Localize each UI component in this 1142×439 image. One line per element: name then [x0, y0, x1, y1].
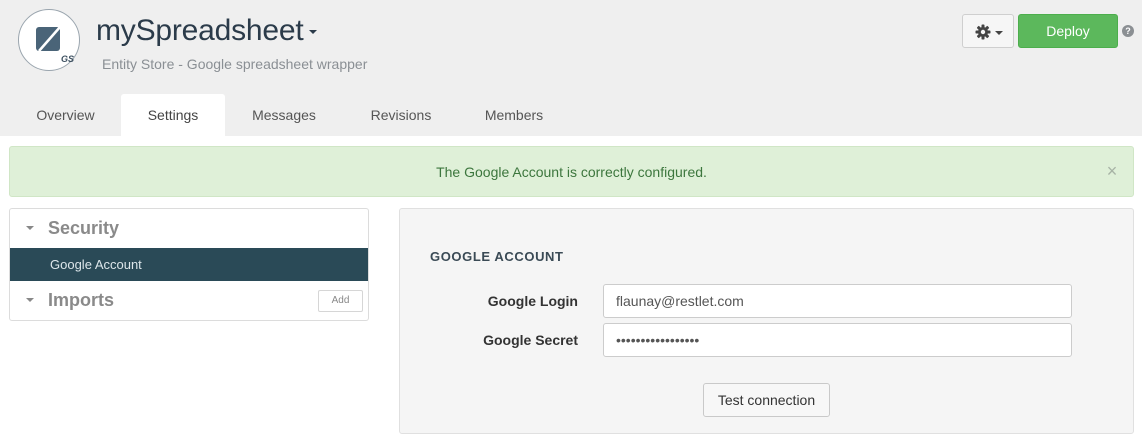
panel-heading: GOOGLE ACCOUNT — [430, 249, 564, 264]
google-secret-input[interactable]: ••••••••••••••••• — [603, 323, 1072, 357]
app-title[interactable]: mySpreadsheet — [96, 14, 304, 48]
test-connection-button[interactable]: Test connection — [703, 383, 830, 417]
chevron-down-icon — [26, 226, 34, 230]
gear-icon — [975, 24, 991, 40]
google-login-label: Google Login — [487, 293, 578, 309]
sidebar-item-label: Google Account — [50, 257, 142, 272]
tab-overview[interactable]: Overview — [9, 94, 122, 136]
tab-revisions[interactable]: Revisions — [343, 94, 459, 136]
google-secret-label: Google Secret — [483, 332, 578, 348]
sidebar-section-security[interactable]: Security — [10, 209, 368, 247]
app-subtitle: Entity Store - Google spreadsheet wrappe… — [102, 56, 368, 72]
sidebar-item-google-account[interactable]: Google Account — [10, 248, 368, 281]
app-logo: GS — [18, 9, 80, 71]
close-icon[interactable]: × — [1105, 161, 1119, 181]
success-alert: The Google Account is correctly configur… — [9, 146, 1134, 197]
sidebar-section-title: Imports — [48, 290, 115, 310]
settings-menu-button[interactable] — [962, 14, 1014, 48]
deploy-button[interactable]: Deploy — [1018, 14, 1118, 48]
add-import-button[interactable]: Add — [318, 290, 363, 312]
chevron-down-icon[interactable] — [309, 30, 317, 34]
sidebar-section-title: Security — [48, 218, 120, 238]
tab-settings[interactable]: Settings — [121, 94, 225, 136]
help-icon[interactable]: ? — [1122, 25, 1134, 37]
alert-message: The Google Account is correctly configur… — [436, 164, 707, 180]
chevron-down-icon — [995, 31, 1003, 35]
tab-messages[interactable]: Messages — [225, 94, 343, 136]
google-account-panel: GOOGLE ACCOUNT Google Login flaunay@rest… — [399, 208, 1134, 434]
header: GS mySpreadsheet Entity Store - Google s… — [0, 0, 1142, 136]
tab-members[interactable]: Members — [459, 94, 569, 136]
logo-text: GS — [61, 54, 75, 64]
sidebar-section-imports[interactable]: Imports — [10, 281, 368, 319]
settings-sidebar: Security Google Account Imports Add — [9, 208, 369, 321]
chevron-down-icon — [26, 298, 34, 302]
google-login-input[interactable]: flaunay@restlet.com — [603, 284, 1072, 318]
